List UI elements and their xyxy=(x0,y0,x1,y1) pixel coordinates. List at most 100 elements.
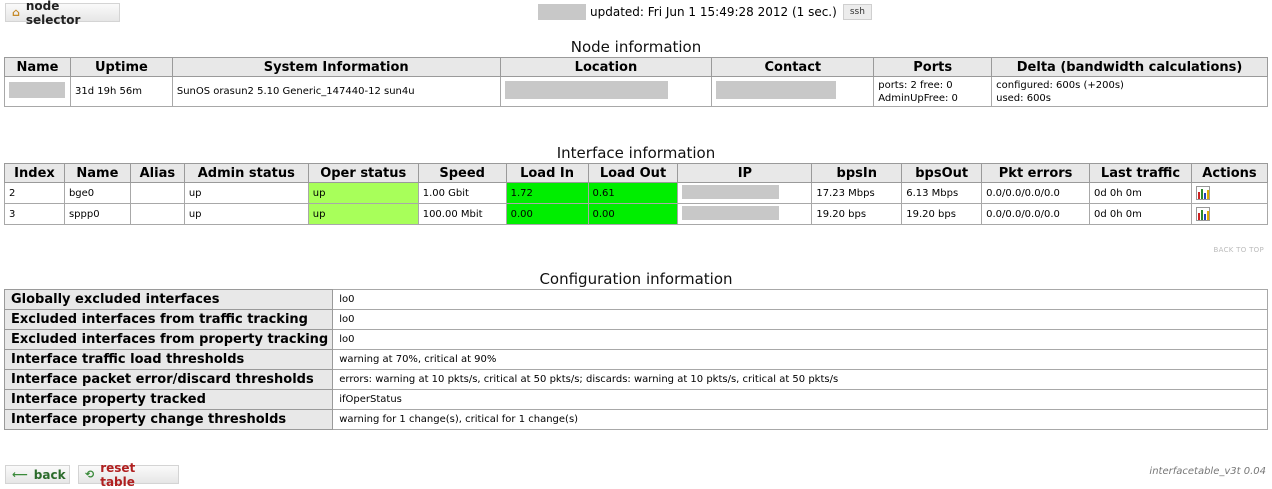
update-status: updated: Fri Jun 1 15:49:28 2012 (1 sec.… xyxy=(538,4,872,20)
col-ip[interactable]: IP xyxy=(677,163,813,183)
config-key: Excluded interfaces from traffic trackin… xyxy=(3,309,334,330)
col-last-traffic[interactable]: Last traffic xyxy=(1089,163,1192,183)
config-row: Interface property tracked ifOperStatus xyxy=(3,389,1268,410)
node-information-title: Node information xyxy=(570,38,702,56)
interface-header-row: Index Name Alias Admin status Oper statu… xyxy=(4,163,1269,183)
col-oper-status[interactable]: Oper status xyxy=(307,163,419,183)
config-row: Interface traffic load thresholds warnin… xyxy=(3,349,1268,370)
version-label: interfacetable_v3t 0.04 xyxy=(1149,466,1266,477)
reset-label: reset table xyxy=(100,460,136,489)
config-value: warning at 70%, critical at 90% xyxy=(332,349,1268,370)
col-delta: Delta (bandwidth calculations) xyxy=(991,57,1268,77)
node-row: 31d 19h 56m SunOS orasun2 5.10 Generic_1… xyxy=(4,76,1268,107)
col-bps-out[interactable]: bpsOut xyxy=(901,163,983,183)
col-ports: Ports xyxy=(873,57,993,77)
hostname-redacted xyxy=(538,4,586,20)
node-ports-line1: ports: 2 free: 0 xyxy=(878,79,953,91)
interface-information-table: Index Name Alias Admin status Oper statu… xyxy=(4,163,1269,225)
iface-load-out: 0.00 xyxy=(587,203,679,225)
ssh-button[interactable]: ssh xyxy=(842,4,872,20)
iface-ip-cell xyxy=(677,203,813,225)
back-button[interactable]: ⟵ back xyxy=(5,465,70,484)
node-contact-cell xyxy=(711,76,875,107)
col-iface-name[interactable]: Name xyxy=(63,163,131,183)
col-system-information: System Information xyxy=(171,57,501,77)
node-uptime: 31d 19h 56m xyxy=(69,76,173,107)
col-load-out[interactable]: Load Out xyxy=(587,163,679,183)
back-label: back xyxy=(33,467,66,482)
node-selector-label: node selector xyxy=(25,0,81,27)
config-row: Excluded interfaces from property tracki… xyxy=(3,329,1268,350)
config-value: lo0 xyxy=(332,289,1268,310)
config-value: lo0 xyxy=(332,329,1268,350)
config-row: Interface packet error/discard threshold… xyxy=(3,369,1268,390)
iface-load-out: 0.61 xyxy=(587,182,679,204)
node-location-cell xyxy=(499,76,713,107)
col-location: Location xyxy=(499,57,713,77)
col-bps-in[interactable]: bpsIn xyxy=(811,163,903,183)
bar-chart-icon[interactable] xyxy=(1195,207,1210,221)
col-speed[interactable]: Speed xyxy=(417,163,507,183)
bar-chart-icon[interactable] xyxy=(1195,186,1210,200)
node-selector-button[interactable]: ⌂ node selector xyxy=(5,0,120,27)
node-system-info: SunOS orasun2 5.10 Generic_147440-12 sun… xyxy=(171,76,501,107)
iface-last-traffic: 0d 0h 0m xyxy=(1089,182,1192,204)
iface-ip-redacted xyxy=(682,184,780,199)
node-delta-line2: used: 600s xyxy=(996,92,1052,104)
iface-index: 2 xyxy=(4,182,65,204)
node-location-redacted xyxy=(504,80,668,99)
table-row: 2 bge0 up up 1.00 Gbit 1.72 0.61 17.23 M… xyxy=(4,182,1269,204)
home-icon: ⌂ xyxy=(12,6,20,19)
iface-pkt-errors: 0.0/0.0/0.0/0.0 xyxy=(981,203,1091,225)
config-value: errors: warning at 10 pkts/s, critical a… xyxy=(332,369,1268,390)
iface-oper-status: up xyxy=(307,203,419,225)
config-value: warning for 1 change(s), critical for 1 … xyxy=(332,409,1268,430)
node-contact-redacted xyxy=(716,80,837,99)
col-index[interactable]: Index xyxy=(4,163,65,183)
node-name-cell xyxy=(4,76,71,107)
iface-pkt-errors: 0.0/0.0/0.0/0.0 xyxy=(981,182,1091,204)
config-key: Interface traffic load thresholds xyxy=(3,349,334,370)
iface-alias xyxy=(129,182,185,204)
col-pkt-errors[interactable]: Pkt errors xyxy=(981,163,1091,183)
iface-name: bge0 xyxy=(63,182,131,204)
config-value: lo0 xyxy=(332,309,1268,330)
iface-last-traffic: 0d 0h 0m xyxy=(1089,203,1192,225)
iface-bps-in: 17.23 Mbps xyxy=(811,182,903,204)
col-alias[interactable]: Alias xyxy=(129,163,185,183)
iface-load-in: 0.00 xyxy=(505,203,589,225)
col-load-in[interactable]: Load In xyxy=(505,163,589,183)
reset-table-button[interactable]: ⟲ reset table xyxy=(78,461,179,489)
col-actions: Actions xyxy=(1190,163,1269,183)
node-information-table: Name Uptime System Information Location … xyxy=(4,57,1268,107)
node-delta-cell: configured: 600s (+200s) used: 600s xyxy=(991,76,1268,107)
config-row: Excluded interfaces from traffic trackin… xyxy=(3,309,1268,330)
config-row: Globally excluded interfaces lo0 xyxy=(3,289,1268,310)
col-admin-status[interactable]: Admin status xyxy=(183,163,309,183)
config-key: Interface property tracked xyxy=(3,389,334,410)
config-key: Excluded interfaces from property tracki… xyxy=(3,329,334,350)
iface-alias xyxy=(129,203,185,225)
node-ports-line2: AdminUpFree: 0 xyxy=(878,92,958,104)
col-contact: Contact xyxy=(711,57,875,77)
node-header-row: Name Uptime System Information Location … xyxy=(4,57,1268,77)
config-key: Interface property change thresholds xyxy=(3,409,334,430)
iface-bps-out: 19.20 bps xyxy=(901,203,983,225)
col-uptime: Uptime xyxy=(69,57,173,77)
node-name-redacted xyxy=(9,81,65,98)
iface-ip-cell xyxy=(677,182,813,204)
iface-bps-in: 19.20 bps xyxy=(811,203,903,225)
configuration-information-title: Configuration information xyxy=(539,270,733,288)
arrow-left-icon: ⟵ xyxy=(12,468,28,481)
updated-text: updated: Fri Jun 1 15:49:28 2012 (1 sec.… xyxy=(590,5,837,19)
iface-actions-cell xyxy=(1190,182,1269,204)
iface-bps-out: 6.13 Mbps xyxy=(901,182,983,204)
reset-icon: ⟲ xyxy=(85,468,95,481)
config-row: Interface property change thresholds war… xyxy=(3,409,1268,430)
node-ports-cell: ports: 2 free: 0 AdminUpFree: 0 xyxy=(873,76,993,107)
iface-speed: 1.00 Gbit xyxy=(417,182,507,204)
back-to-top-link[interactable]: BACK TO TOP xyxy=(1214,246,1265,254)
config-key: Globally excluded interfaces xyxy=(3,289,334,310)
iface-name: sppp0 xyxy=(63,203,131,225)
col-name: Name xyxy=(4,57,71,77)
